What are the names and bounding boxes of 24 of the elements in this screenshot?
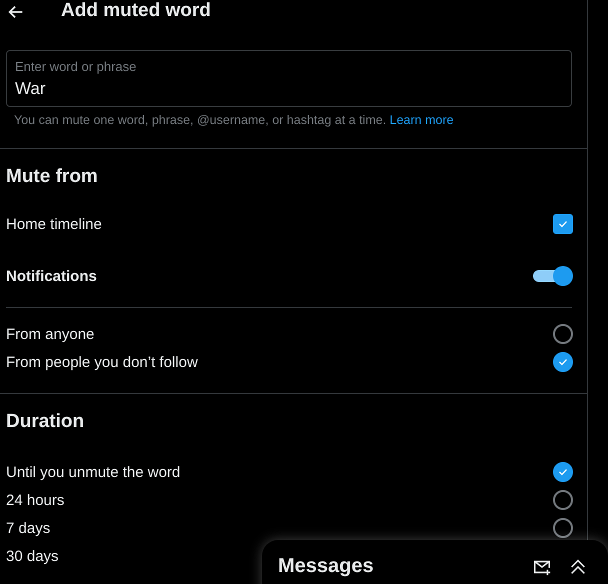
learn-more-link[interactable]: Learn more (390, 113, 454, 127)
expand-icon[interactable] (568, 557, 588, 577)
option-label: Until you unmute the word (6, 464, 180, 480)
hint-text: You can mute one word, phrase, @username, or hashtag at a time. Learn more (14, 113, 454, 127)
radio-button[interactable] (553, 324, 573, 344)
radio-button[interactable] (553, 352, 573, 372)
radio-button[interactable] (553, 462, 573, 482)
radio-button[interactable] (553, 518, 573, 538)
back-icon[interactable] (7, 3, 25, 21)
drawer-title: Messages (278, 554, 375, 578)
radio-button[interactable] (553, 490, 573, 510)
section-heading: Duration (5, 410, 86, 434)
checkbox[interactable] (553, 214, 573, 234)
option-label: From anyone (6, 326, 94, 342)
toggle-switch[interactable] (533, 266, 573, 286)
option-label: 30 days (6, 548, 59, 564)
option-label: 7 days (6, 520, 50, 536)
word-field[interactable]: Enter word or phrase War (6, 50, 572, 107)
page-title: Add muted word (61, 0, 211, 23)
section-heading: Mute from (5, 165, 99, 189)
option-label: Notifications (6, 268, 97, 284)
option-label: From people you don’t follow (6, 354, 198, 370)
option-label: 24 hours (6, 492, 64, 508)
option-label: Home timeline (6, 216, 102, 232)
